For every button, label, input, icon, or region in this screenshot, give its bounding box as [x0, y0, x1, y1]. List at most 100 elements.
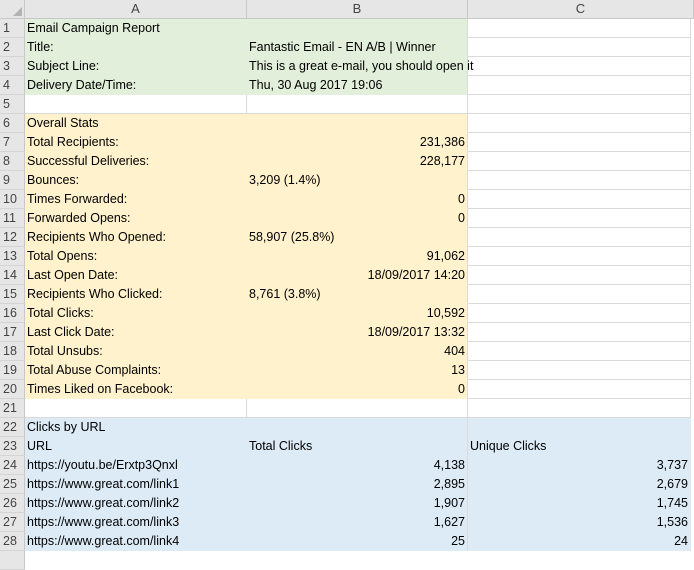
cell-a[interactable]: Clicks by URL	[25, 418, 247, 437]
cell-b[interactable]: Thu, 30 Aug 2017 19:06	[247, 76, 468, 95]
cell-c[interactable]	[468, 209, 691, 228]
cell-a[interactable]: Delivery Date/Time:	[25, 76, 247, 95]
row-header[interactable]: 5	[0, 95, 25, 114]
row-header[interactable]: 1	[0, 19, 25, 38]
cell-a[interactable]: Last Click Date:	[25, 323, 247, 342]
row-header[interactable]: 12	[0, 228, 25, 247]
cell-b[interactable]: 13	[247, 361, 468, 380]
row-header[interactable]: 22	[0, 418, 25, 437]
row-header[interactable]: 20	[0, 380, 25, 399]
cell-b[interactable]	[247, 19, 468, 38]
cell-a[interactable]: Email Campaign Report	[25, 19, 247, 38]
cell-b[interactable]: 91,062	[247, 247, 468, 266]
cell-b[interactable]: 1,907	[247, 494, 468, 513]
row-header[interactable]: 19	[0, 361, 25, 380]
cell-c[interactable]: 3,737	[468, 456, 691, 475]
row-header[interactable]: 27	[0, 513, 25, 532]
cell-c[interactable]	[468, 228, 691, 247]
select-all-corner[interactable]	[0, 0, 25, 19]
row-header[interactable]: 9	[0, 171, 25, 190]
cell-b[interactable]: 18/09/2017 14:20	[247, 266, 468, 285]
cell-a[interactable]: Forwarded Opens:	[25, 209, 247, 228]
cell-a[interactable]: Bounces:	[25, 171, 247, 190]
cell-b[interactable]: 2,895	[247, 475, 468, 494]
cell-b[interactable]: 10,592	[247, 304, 468, 323]
cell-b[interactable]	[247, 399, 468, 418]
cell-a[interactable]: Total Clicks:	[25, 304, 247, 323]
cell-a[interactable]	[25, 95, 247, 114]
row-header[interactable]: 10	[0, 190, 25, 209]
row-header[interactable]: 28	[0, 532, 25, 551]
cell-b[interactable]: 1,627	[247, 513, 468, 532]
cell-a[interactable]: Successful Deliveries:	[25, 152, 247, 171]
cell-a[interactable]: Overall Stats	[25, 114, 247, 133]
cell-a[interactable]: https://www.great.com/link4	[25, 532, 247, 551]
cell-c[interactable]	[468, 380, 691, 399]
cell-c[interactable]: 24	[468, 532, 691, 551]
cell-c[interactable]	[468, 171, 691, 190]
row-header[interactable]: 18	[0, 342, 25, 361]
cell-a[interactable]: https://www.great.com/link2	[25, 494, 247, 513]
cell-a[interactable]: Last Open Date:	[25, 266, 247, 285]
row-header[interactable]: 14	[0, 266, 25, 285]
cell-b[interactable]: 18/09/2017 13:32	[247, 323, 468, 342]
row-header[interactable]: 25	[0, 475, 25, 494]
cell-c[interactable]	[468, 399, 691, 418]
cell-c[interactable]: 2,679	[468, 475, 691, 494]
column-header-a[interactable]: A	[25, 0, 247, 19]
cell-c[interactable]	[468, 57, 691, 76]
cell-a[interactable]: https://www.great.com/link1	[25, 475, 247, 494]
cell-b[interactable]: 4,138	[247, 456, 468, 475]
cell-a[interactable]: Times Forwarded:	[25, 190, 247, 209]
cell-b[interactable]	[247, 418, 468, 437]
row-header[interactable]: 11	[0, 209, 25, 228]
cell-b[interactable]: This is a great e-mail, you should open …	[247, 57, 473, 76]
cell-a[interactable]: Subject Line:	[25, 57, 247, 76]
cell-c[interactable]	[468, 285, 691, 304]
cell-b[interactable]: 58,907 (25.8%)	[247, 228, 468, 247]
cell-c[interactable]: 1,536	[468, 513, 691, 532]
row-header[interactable]: 6	[0, 114, 25, 133]
row-header[interactable]: 16	[0, 304, 25, 323]
cell-c[interactable]	[468, 247, 691, 266]
cell-c[interactable]	[468, 152, 691, 171]
cell-c[interactable]	[468, 342, 691, 361]
cell-b[interactable]: 25	[247, 532, 468, 551]
cell-a[interactable]: Total Recipients:	[25, 133, 247, 152]
row-header[interactable]: 8	[0, 152, 25, 171]
cell-c[interactable]: 1,745	[468, 494, 691, 513]
cell-b[interactable]: 3,209 (1.4%)	[247, 171, 468, 190]
cell-c[interactable]	[468, 304, 691, 323]
cell-a[interactable]: https://www.great.com/link3	[25, 513, 247, 532]
cell-a[interactable]: Recipients Who Opened:	[25, 228, 247, 247]
row-header[interactable]: 23	[0, 437, 25, 456]
cell-b[interactable]	[247, 95, 468, 114]
cell-b[interactable]: 231,386	[247, 133, 468, 152]
column-header-b[interactable]: B	[247, 0, 468, 19]
cell-a[interactable]: Recipients Who Clicked:	[25, 285, 247, 304]
cell-c[interactable]	[468, 114, 691, 133]
row-header[interactable]: 24	[0, 456, 25, 475]
cell-c[interactable]	[468, 38, 691, 57]
cell-a[interactable]: Title:	[25, 38, 247, 57]
row-header[interactable]: 17	[0, 323, 25, 342]
cell-c[interactable]	[468, 95, 691, 114]
row-header[interactable]: 21	[0, 399, 25, 418]
cell-c[interactable]	[468, 266, 691, 285]
cell-b[interactable]: 0	[247, 190, 468, 209]
cell-b[interactable]: 8,761 (3.8%)	[247, 285, 468, 304]
cell-c[interactable]	[468, 323, 691, 342]
cell-a[interactable]: Times Liked on Facebook:	[25, 380, 247, 399]
cell-b[interactable]	[247, 114, 468, 133]
cell-b[interactable]: 228,177	[247, 152, 468, 171]
row-header[interactable]: 4	[0, 76, 25, 95]
cell-c[interactable]: Unique Clicks	[468, 437, 691, 456]
row-header[interactable]: 13	[0, 247, 25, 266]
row-header[interactable]: 3	[0, 57, 25, 76]
cell-a[interactable]: Total Opens:	[25, 247, 247, 266]
cell-c[interactable]	[468, 76, 691, 95]
row-header[interactable]	[0, 551, 25, 570]
cell-a[interactable]: Total Unsubs:	[25, 342, 247, 361]
cell-b[interactable]: 0	[247, 209, 468, 228]
row-header[interactable]: 7	[0, 133, 25, 152]
